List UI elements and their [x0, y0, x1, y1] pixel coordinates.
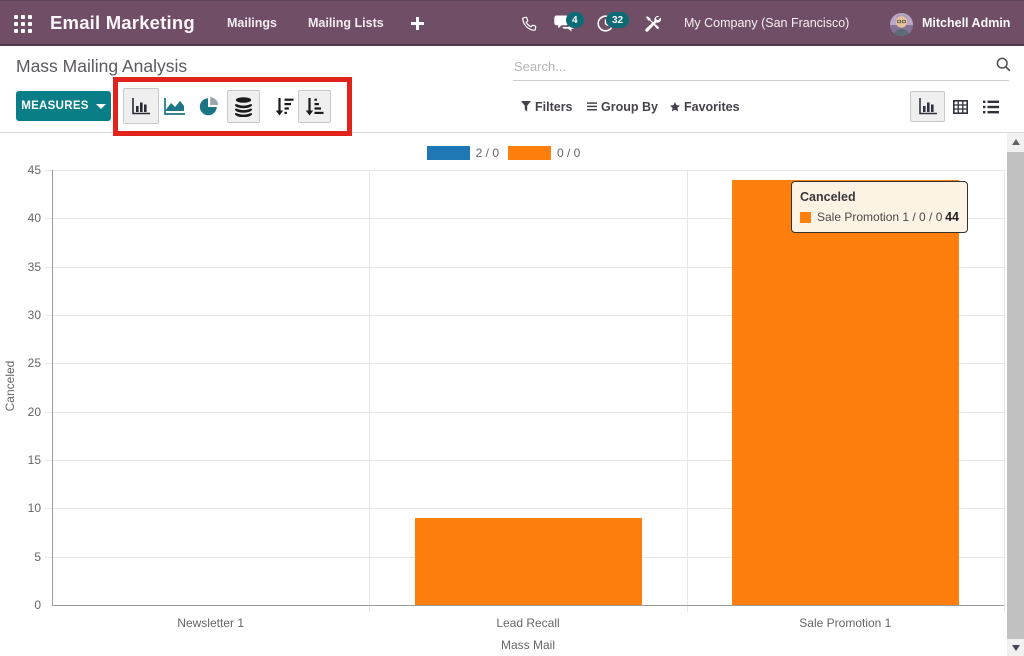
scroll-up-icon [1012, 139, 1020, 145]
plus-icon[interactable] [405, 1, 429, 45]
user-avatar[interactable] [890, 13, 913, 36]
sort-descending-button[interactable] [272, 97, 297, 117]
menu-mailing-lists[interactable]: Mailing Lists [308, 1, 384, 45]
legend-label: 2 / 0 [476, 146, 499, 160]
search-underline [513, 80, 1009, 81]
company-switcher[interactable]: My Company (San Francisco) [684, 1, 849, 45]
tooltip-row: Sale Promotion 1 / 0 / 0 44 [800, 210, 959, 224]
group-by-button[interactable]: Group By [587, 98, 658, 115]
apps-menu-icon[interactable] [14, 15, 32, 33]
filters-label: Filters [535, 100, 573, 114]
y-tick-label: 30 [0, 308, 41, 322]
search-icon[interactable] [996, 57, 1011, 77]
legend-item[interactable]: 0 / 0 [508, 146, 580, 160]
chart-type-pie-button[interactable] [197, 96, 220, 118]
chart-type-bar-button[interactable] [123, 88, 159, 124]
y-tick-label: 40 [0, 211, 41, 225]
chart-tooltip: Canceled Sale Promotion 1 / 0 / 0 44 [791, 181, 968, 233]
measures-button[interactable]: MEASURES [16, 91, 111, 121]
legend-swatch [427, 146, 470, 160]
phone-icon[interactable] [517, 1, 541, 45]
scrollbar-thumb[interactable] [1007, 152, 1024, 639]
y-tick-label: 5 [0, 550, 41, 564]
chart-type-line-button[interactable] [162, 95, 186, 118]
filters-button[interactable]: Filters [521, 98, 573, 115]
tooltip-label: Sale Promotion 1 / 0 / 0 [817, 210, 942, 224]
bar-lead-recall[interactable] [415, 518, 642, 605]
activities-badge[interactable]: 32 [606, 12, 629, 28]
scrollbar-down-button[interactable] [1007, 639, 1024, 656]
y-tick-label: 35 [0, 260, 41, 274]
messages-badge[interactable]: 4 [566, 12, 584, 28]
y-tick-label: 15 [0, 453, 41, 467]
app-name[interactable]: Email Marketing [50, 12, 195, 34]
chart-legend: 2 / 0 0 / 0 [0, 146, 1007, 160]
legend-swatch [508, 146, 551, 160]
view-switcher-pivot[interactable] [950, 98, 970, 115]
sort-ascending-button[interactable] [298, 90, 331, 123]
y-tick-label: 0 [0, 598, 41, 612]
scrollbar-up-button[interactable] [1007, 133, 1024, 150]
y-tick-label: 10 [0, 501, 41, 515]
tools-icon[interactable] [641, 1, 663, 45]
favorites-label: Favorites [684, 100, 740, 114]
star-icon [670, 102, 680, 112]
legend-label: 0 / 0 [557, 146, 580, 160]
group-by-label: Group By [601, 100, 658, 114]
search-input[interactable]: Search... [514, 59, 566, 74]
y-tick-label: 45 [0, 163, 41, 177]
caret-down-icon [96, 104, 106, 109]
top-navbar: Email Marketing Mailings Mailing Lists 4… [0, 0, 1024, 46]
scroll-down-icon [1012, 645, 1020, 651]
stacked-toggle-button[interactable] [227, 90, 260, 123]
menu-mailings[interactable]: Mailings [227, 1, 277, 45]
x-axis-label: Newsletter 1 [101, 616, 321, 630]
user-name[interactable]: Mitchell Admin [922, 1, 1010, 45]
vertical-scrollbar[interactable] [1007, 133, 1024, 656]
y-axis-title: Canceled [3, 354, 17, 418]
legend-item[interactable]: 2 / 0 [427, 146, 499, 160]
chart-area: 051015202530354045Newsletter 1Lead Recal… [0, 133, 1024, 656]
page-title: Mass Mailing Analysis [16, 56, 187, 77]
view-switcher-list[interactable] [980, 98, 1001, 115]
measures-label: MEASURES [21, 100, 89, 112]
view-switcher-graph[interactable] [910, 91, 945, 122]
bar-sale-promotion-1[interactable] [732, 180, 959, 605]
group-by-icon [587, 102, 597, 111]
x-axis-title: Mass Mail [468, 638, 588, 652]
x-axis-label: Lead Recall [418, 616, 638, 630]
tooltip-value: 44 [945, 210, 959, 224]
x-axis-label: Sale Promotion 1 [735, 616, 955, 630]
filter-icon [521, 101, 531, 112]
favorites-button[interactable]: Favorites [670, 98, 740, 115]
tooltip-title: Canceled [800, 190, 959, 205]
tooltip-swatch [800, 212, 811, 223]
